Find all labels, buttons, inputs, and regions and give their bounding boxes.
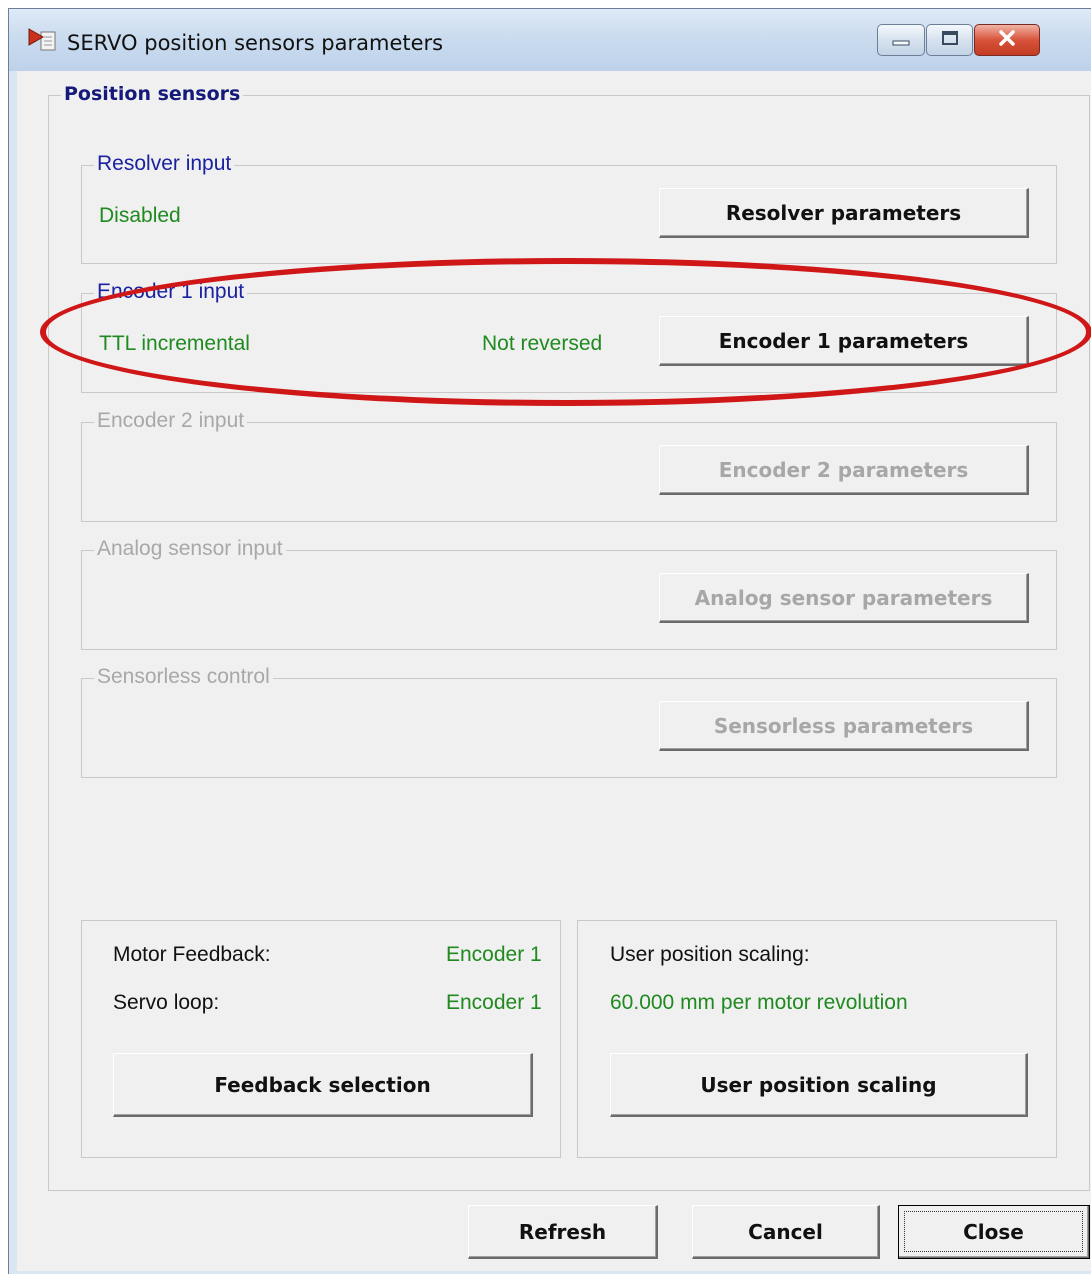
user-position-scaling-button[interactable]: User position scaling [610,1053,1028,1117]
cancel-button[interactable]: Cancel [692,1205,880,1259]
analog-sensor-group-title: Analog sensor input [94,537,286,561]
resolver-status: Disabled [99,204,181,227]
encoder2-group: Encoder 2 input Encoder 2 parameters [81,409,1057,522]
play-arrow-icon [27,26,59,54]
sensorless-group: Sensorless control Sensorless parameters [81,665,1057,778]
resolver-group-title: Resolver input [94,152,235,176]
sensorless-group-title: Sensorless control [94,665,273,689]
dialog-window: SERVO position sensors parameters Positi… [8,8,1091,1274]
user-position-scaling-label: User position scaling: [610,943,810,966]
resolver-group: Resolver input Disabled Resolver paramet… [81,152,1057,264]
feedback-panel: Motor Feedback: Encoder 1 Servo loop: En… [81,920,561,1158]
encoder1-type: TTL incremental [99,332,250,355]
analog-sensor-parameters-button[interactable]: Analog sensor parameters [659,573,1029,623]
dialog-client-area: Position sensors Resolver input Disabled… [17,71,1091,1271]
user-position-scaling-value: 60.000 mm per motor revolution [610,991,908,1014]
motor-feedback-value: Encoder 1 [446,943,542,966]
scaling-panel: User position scaling: 60.000 mm per mot… [577,920,1057,1158]
close-button[interactable]: Close [898,1205,1090,1259]
analog-sensor-group: Analog sensor input Analog sensor parame… [81,537,1057,650]
feedback-selection-button[interactable]: Feedback selection [113,1053,533,1117]
title-bar[interactable]: SERVO position sensors parameters [9,9,1091,71]
motor-feedback-label: Motor Feedback: [113,943,271,966]
servo-loop-value: Encoder 1 [446,991,542,1014]
minimize-button[interactable] [877,24,925,56]
sensorless-parameters-button[interactable]: Sensorless parameters [659,701,1029,751]
encoder2-group-title: Encoder 2 input [94,409,248,433]
encoder1-parameters-button[interactable]: Encoder 1 parameters [659,316,1029,366]
resolver-parameters-button[interactable]: Resolver parameters [659,188,1029,238]
encoder2-parameters-button[interactable]: Encoder 2 parameters [659,445,1029,495]
maximize-button[interactable] [926,24,973,56]
maximize-icon [941,30,959,50]
encoder1-group: Encoder 1 input TTL incremental Not reve… [81,280,1057,393]
encoder1-group-title: Encoder 1 input [94,280,248,304]
refresh-button[interactable]: Refresh [468,1205,658,1259]
focus-indicator [904,1211,1083,1252]
close-icon [997,29,1017,51]
close-window-button[interactable] [974,24,1040,56]
position-sensors-title: Position sensors [61,83,244,105]
servo-loop-label: Servo loop: [113,991,220,1014]
encoder1-direction: Not reversed [482,332,603,355]
window-title: SERVO position sensors parameters [67,31,444,55]
minimize-icon [892,31,910,50]
